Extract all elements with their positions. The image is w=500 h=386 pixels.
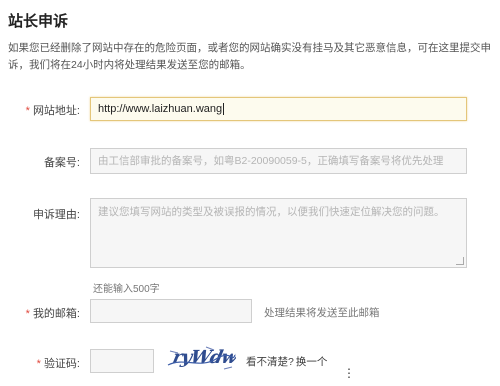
captcha-glyphs: ryWdw (171, 347, 236, 368)
resize-handle-icon[interactable] (456, 257, 464, 265)
email-label-row: * 我的邮箱: (26, 305, 80, 321)
captcha-label-row: * 验证码: (37, 355, 80, 371)
url-label: 网站地址: (32, 105, 80, 117)
email-label: 我的邮箱: (32, 308, 80, 320)
url-input[interactable]: http://www.laizhuan.wang (90, 97, 467, 121)
icp-input-placeholder: 由工信部审批的备案号，如粤B2-20090059-5，正确填写备案号将优先处理 (98, 155, 444, 167)
appeal-page: 站长申诉 如果您已经删除了网站中存在的危险页面，或者您的网站确实没有挂马及其它恶… (0, 0, 500, 386)
icp-input[interactable]: 由工信部审批的备案号，如粤B2-20090059-5，正确填写备案号将优先处理 (90, 148, 467, 174)
captcha-prompt: 看不清楚? (246, 356, 294, 368)
reason-label-row: 申诉理由: (33, 206, 80, 222)
text-caret (223, 103, 225, 116)
icp-label: 备案号: (43, 157, 80, 169)
captcha-label: 验证码: (43, 358, 80, 370)
required-mark: * (36, 358, 41, 370)
page-title: 站长申诉 (8, 13, 69, 30)
reason-textarea[interactable]: 建议您填写网站的类型及被误报的情况，以便我们快速定位解决您的问题。 (90, 198, 467, 268)
captcha-input[interactable] (90, 349, 154, 373)
required-mark: * (25, 105, 30, 117)
captcha-image[interactable]: ryWdw (166, 343, 236, 373)
icp-label-row: 备案号: (44, 154, 80, 170)
captcha-refresh-link[interactable]: 换一个 (296, 356, 328, 368)
email-input[interactable] (90, 299, 252, 323)
mouse-cursor-icon: ⋮ (343, 366, 355, 380)
email-hint: 处理结果将发送至此邮箱 (264, 307, 380, 319)
url-input-value: http://www.laizhuan.wang (98, 103, 223, 115)
required-mark: * (25, 308, 30, 320)
char-counter: 还能输入500字 (93, 284, 160, 295)
url-label-row: * 网站地址: (26, 102, 80, 118)
page-intro: 如果您已经删除了网站中存在的危险页面，或者您的网站确实没有挂马及其它恶意信息，可… (8, 42, 491, 71)
reason-label: 申诉理由: (32, 209, 80, 221)
captcha-prompt-row: 看不清楚? 换一个 (246, 354, 327, 369)
reason-textarea-placeholder: 建议您填写网站的类型及被误报的情况，以便我们快速定位解决您的问题。 (98, 206, 445, 218)
